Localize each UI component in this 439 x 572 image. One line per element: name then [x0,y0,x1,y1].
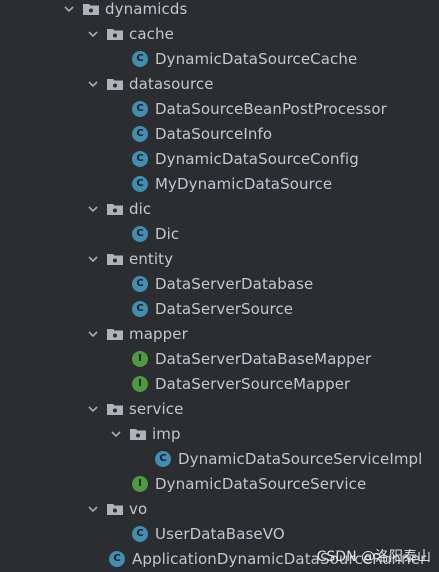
tree-node-label: mapper [129,324,188,343]
tree-node-service[interactable]: service [0,396,439,421]
chevron-down-icon[interactable] [109,427,123,441]
watermark-text: CSDN @洛阳泰山 [316,549,431,565]
class-icon: C [132,125,148,142]
tree-node-class[interactable]: C DynamicDataSourceConfig [0,146,439,171]
tree-node-class[interactable]: C MyDynamicDataSource [0,171,439,196]
class-icon: C [132,225,148,242]
tree-node-mapper[interactable]: mapper [0,321,439,346]
tree-node-label: datasource [129,74,214,93]
tree-node-entity[interactable]: entity [0,246,439,271]
package-folder-icon [106,77,124,91]
class-icon: C [132,275,148,292]
chevron-down-icon[interactable] [86,202,100,216]
class-icon: C [155,450,171,467]
package-folder-icon [106,502,124,516]
chevron-down-icon[interactable] [86,402,100,416]
class-icon: C [132,525,148,542]
package-folder-icon [106,402,124,416]
class-icon: C [132,100,148,117]
class-icon: C [132,50,148,67]
package-folder-icon [106,327,124,341]
chevron-down-icon[interactable] [86,252,100,266]
package-folder-icon [129,427,147,441]
tree-node-label: DynamicDataSourceCache [155,49,358,68]
tree-node-dic[interactable]: dic [0,196,439,221]
tree-node-interface[interactable]: I DataServerSourceMapper [0,371,439,396]
tree-node-label: DataServerSourceMapper [155,374,351,393]
tree-node-label: service [129,399,184,418]
tree-node-label: dic [129,199,152,218]
tree-node-class[interactable]: C UserDataBaseVO [0,521,439,546]
tree-node-label: DataServerDataBaseMapper [155,349,372,368]
chevron-down-icon[interactable] [86,502,100,516]
chevron-down-icon[interactable] [86,327,100,341]
tree-node-class[interactable]: C DataServerSource [0,296,439,321]
interface-icon: I [132,475,148,492]
chevron-down-icon[interactable] [86,77,100,91]
tree-node-label: DataSourceInfo [155,124,273,143]
tree-node-label: DynamicDataSourceServiceImpl [178,449,423,468]
tree-node-cache[interactable]: cache [0,21,439,46]
chevron-down-icon[interactable] [86,27,100,41]
package-folder-icon [106,252,124,266]
tree-node-label: imp [152,424,181,443]
tree-node-imp[interactable]: imp [0,421,439,446]
package-folder-icon [106,27,124,41]
tree-node-datasource[interactable]: datasource [0,71,439,96]
class-icon: C [132,175,148,192]
tree-node-label: vo [129,499,148,518]
tree-node-label: DynamicDataSourceConfig [155,149,359,168]
tree-node-label: DataSourceBeanPostProcessor [155,99,387,118]
tree-node-vo[interactable]: vo [0,496,439,521]
tree-node-label: MyDynamicDataSource [155,174,333,193]
class-icon: C [132,150,148,167]
tree-node-label: DataServerSource [155,299,294,318]
tree-node-class[interactable]: C DataServerDatabase [0,271,439,296]
tree-node-class[interactable]: C DataSourceInfo [0,121,439,146]
tree-node-class[interactable]: C Dic [0,221,439,246]
tree-node-class[interactable]: C DynamicDataSourceCache [0,46,439,71]
package-folder-icon [82,2,100,16]
tree-node-class[interactable]: C DataSourceBeanPostProcessor [0,96,439,121]
tree-node-class[interactable]: C DynamicDataSourceServiceImpl [0,446,439,471]
tree-node-interface[interactable]: I DynamicDataSourceService [0,471,439,496]
tree-node-label: cache [129,24,174,43]
package-folder-icon [106,202,124,216]
tree-node-label: DataServerDatabase [155,274,314,293]
tree-node-interface[interactable]: I DataServerDataBaseMapper [0,346,439,371]
interface-icon: I [132,350,148,367]
interface-icon: I [132,375,148,392]
chevron-down-icon[interactable] [62,2,76,16]
tree-node-dynamicds[interactable]: dynamicds [0,0,439,21]
tree-node-label: Dic [155,224,180,243]
tree-node-label: dynamicds [105,0,188,18]
class-icon: C [109,550,125,567]
tree-node-label: UserDataBaseVO [155,524,285,543]
tree-node-label: DynamicDataSourceService [155,474,367,493]
tree-node-label: entity [129,249,174,268]
class-icon: C [132,300,148,317]
